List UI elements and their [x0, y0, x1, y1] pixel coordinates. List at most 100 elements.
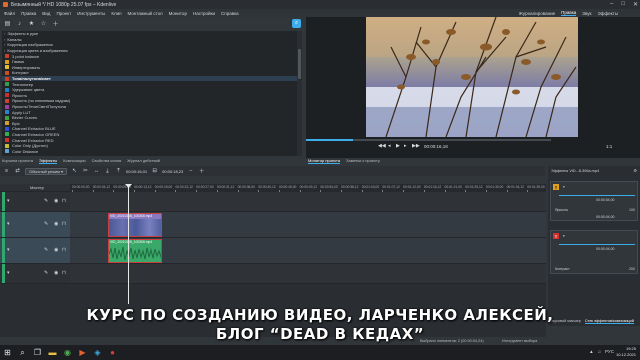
app-icon[interactable]: ● [105, 345, 120, 360]
track-collapse-icon[interactable]: ▾ [7, 247, 10, 253]
windows-start-icon[interactable]: ⊞ [0, 345, 15, 360]
menu-item[interactable]: Файл [4, 11, 15, 16]
browser-icon[interactable]: ◉ [60, 345, 75, 360]
edit-icon[interactable]: ✎ [44, 270, 48, 276]
track-a2[interactable] [70, 264, 546, 284]
effect-list-item[interactable]: Color Distance [2, 148, 302, 154]
effect-block-brightness[interactable]: T ▾ 00:00:04,00 Яркость 100 00:00:04,00 [550, 181, 638, 221]
timeline-ruler[interactable]: 00:00:00,00 00:00:04,12 00:00:09,00 00:00:1… [70, 184, 546, 192]
play-forward-icon[interactable]: ▶▶ [412, 143, 420, 149]
lock-icon[interactable]: ⊓ [62, 198, 66, 204]
close-icon[interactable]: ✕ [633, 1, 638, 8]
timeline-position[interactable]: 00:00:16,01 [126, 169, 147, 174]
volume-icon[interactable]: ♫ [598, 349, 601, 354]
visibility-icon[interactable]: ◉ [54, 198, 58, 204]
maximize-icon[interactable]: □ [621, 1, 625, 8]
razor-tool-icon[interactable]: ✂ [82, 168, 89, 175]
menu-item[interactable]: Справка [221, 11, 239, 16]
track-collapse-icon[interactable]: ▾ [7, 198, 10, 204]
expand-icon[interactable]: › [4, 37, 5, 42]
play-icon[interactable]: ▶ [396, 143, 400, 149]
menu-item[interactable]: Монитор [169, 11, 187, 16]
expand-icon[interactable]: › [4, 42, 5, 47]
keyframe-slider[interactable] [559, 244, 635, 245]
menu-item[interactable]: Настройки [193, 11, 215, 16]
menu-item[interactable]: Вид [42, 11, 50, 16]
tab-project-monitor[interactable]: Монитор проекта [308, 158, 341, 164]
add-icon[interactable]: ＋ [52, 20, 59, 28]
keyframe-slider[interactable] [559, 195, 635, 196]
spacer-tool-icon[interactable]: ↔ [93, 168, 100, 175]
monitor-timecode[interactable]: 00:00:16,18 [424, 144, 448, 149]
language-indicator[interactable]: РУС [605, 349, 614, 354]
media-icon[interactable]: ▶ [75, 345, 90, 360]
video-clip[interactable]: VID_20210106_100306.mp4 [108, 213, 162, 237]
search-icon[interactable]: ⌕ [15, 345, 30, 360]
monitor-progress-bar[interactable] [306, 139, 551, 141]
workspace-tab-logging[interactable]: Журналирование [519, 11, 555, 16]
task-view-icon[interactable]: ❐ [30, 345, 45, 360]
zoom-out-icon[interactable]: − [187, 168, 194, 175]
param-value[interactable]: 200 [629, 267, 635, 271]
minimize-icon[interactable]: – [610, 1, 613, 8]
lock-icon[interactable]: ⊓ [62, 247, 66, 253]
zone-icon[interactable]: ⊟ [151, 168, 158, 175]
lock-icon[interactable]: ⊓ [62, 270, 66, 276]
menu-item[interactable]: Инструменты [77, 11, 105, 16]
menu-item[interactable]: Проект [56, 11, 71, 16]
edit-icon[interactable]: ✎ [44, 247, 48, 253]
expand-icon[interactable]: › [4, 48, 5, 53]
mute-icon[interactable]: ◉ [54, 270, 58, 276]
visibility-icon[interactable]: ◉ [54, 221, 58, 227]
effect-timecode[interactable]: 00:00:04,00 [596, 198, 615, 202]
track-menu-icon[interactable]: ≡ [3, 168, 10, 175]
menu-item[interactable]: Клип [111, 11, 121, 16]
tab-compositions[interactable]: Композиции [63, 158, 85, 163]
workspace-tab-edit[interactable]: Правка [561, 10, 577, 16]
playhead-marker-icon[interactable] [125, 184, 132, 188]
menu-item[interactable]: Правка [21, 11, 36, 16]
mute-icon[interactable]: ◉ [54, 247, 58, 253]
overwrite-icon[interactable]: ⤒ [115, 168, 122, 175]
lock-icon[interactable]: ⊓ [62, 221, 66, 227]
step-forward-icon[interactable]: ▸ [404, 143, 407, 149]
track-collapse-icon[interactable]: ▾ [7, 270, 10, 276]
effects-scrollbar[interactable] [297, 31, 302, 156]
effect-timecode[interactable]: 00:00:04,00 [596, 247, 615, 251]
mix-icon[interactable]: ⇄ [14, 168, 21, 175]
audio-clip[interactable]: VID_20210106_100306.mp4 [108, 239, 162, 263]
collapse-icon[interactable]: ▾ [563, 185, 565, 189]
kdenlive-taskbar-icon[interactable]: ◈ [90, 345, 105, 360]
settings-icon[interactable]: ⚙ [633, 168, 637, 173]
collapse-icon[interactable]: ▾ [563, 234, 565, 238]
tab-effects[interactable]: Эффекты [39, 158, 58, 164]
param-value[interactable]: 100 [629, 208, 635, 212]
track-a1[interactable]: VID_20210106_100306.mp4 [70, 238, 546, 264]
custom-filter-icon[interactable]: ★ [28, 20, 35, 27]
track-v2[interactable] [70, 192, 546, 212]
workspace-tab-effects[interactable]: Эффекты [598, 11, 618, 16]
network-icon[interactable]: ▲ [589, 349, 593, 354]
track-v1[interactable]: VID_20210106_100306.mp4 [70, 212, 546, 238]
monitor-zoom[interactable]: 1:1 [606, 144, 612, 149]
effect-block-contrast[interactable]: T ▾ 00:00:04,00 Контраст 200 [550, 230, 638, 274]
scrollbar-thumb[interactable] [298, 49, 301, 79]
audio-filter-icon[interactable]: ♪ [16, 20, 23, 27]
favorite-filter-icon[interactable]: ☆ [40, 20, 47, 27]
workspace-tab-audio[interactable]: Звук [582, 11, 591, 16]
track-collapse-icon[interactable]: ▾ [7, 221, 10, 227]
tab-project-notes[interactable]: Заметки к проекту [346, 158, 380, 163]
edit-mode-select[interactable]: Обычный режим ▾ [25, 167, 67, 175]
menu-item[interactable]: Монтажный стол [128, 11, 163, 16]
step-back-icon[interactable]: ◂ [388, 143, 391, 149]
clock[interactable]: 19:25 10.12.2021 [616, 346, 636, 358]
file-explorer-icon[interactable]: ▬ [45, 345, 60, 360]
tab-undo-history[interactable]: Журнал действий [127, 158, 160, 163]
monitor-video-frame[interactable] [366, 17, 578, 137]
edit-icon[interactable]: ✎ [44, 221, 48, 227]
tab-project-bin[interactable]: Корзина проекта [2, 158, 33, 163]
insert-icon[interactable]: ⤓ [104, 168, 111, 175]
expand-icon[interactable]: › [4, 31, 5, 36]
video-filter-icon[interactable]: ▤ [4, 20, 11, 27]
play-backward-icon[interactable]: ◀◀ [378, 143, 386, 149]
